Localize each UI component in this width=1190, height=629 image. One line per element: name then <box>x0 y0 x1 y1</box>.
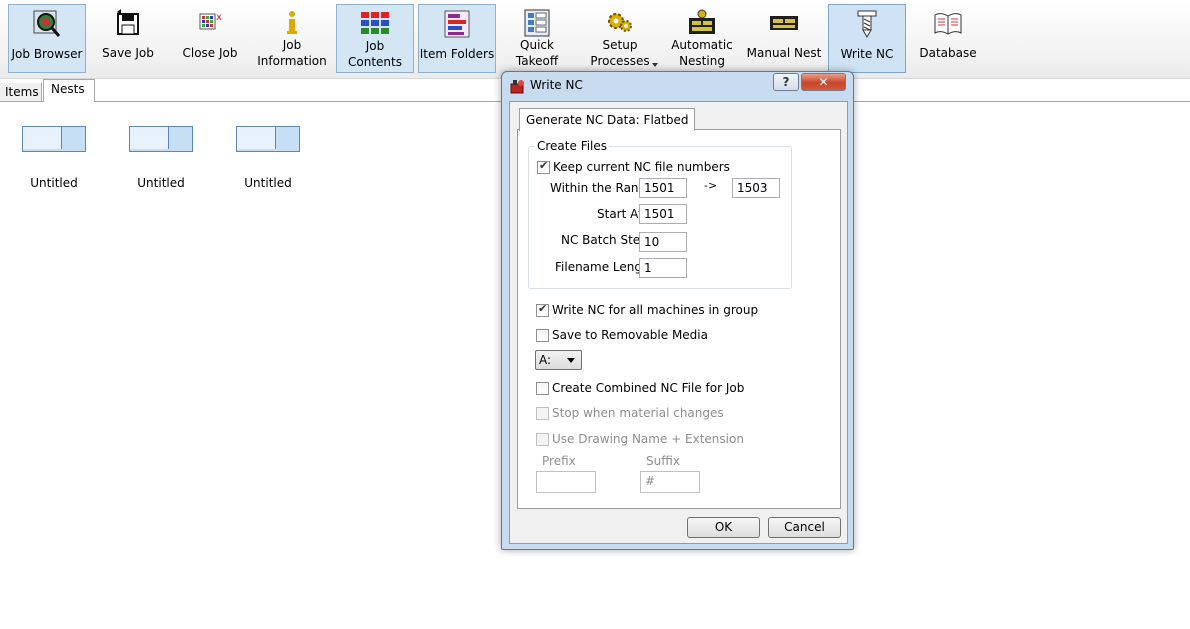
save-disk-icon <box>117 9 139 35</box>
info-icon <box>287 11 297 34</box>
manual-nest-icon <box>770 16 798 30</box>
job-information-label-2: Information <box>257 54 327 68</box>
dialog-body: Generate NC Data: Flatbed Create Files K… <box>509 101 848 544</box>
range-from-field[interactable]: 1501 <box>639 178 687 198</box>
item-folders-icon <box>444 10 470 38</box>
ok-button[interactable]: OK <box>687 517 760 538</box>
svg-text:x: x <box>216 12 222 23</box>
job-contents-grid-icon <box>361 12 389 34</box>
combined-nc-checkbox[interactable] <box>536 382 549 395</box>
drill-bit-icon <box>857 10 877 39</box>
close-job-button[interactable]: x Close Job <box>172 4 248 73</box>
nest-thumbnail <box>129 126 193 152</box>
save-job-label: Save Job <box>102 46 154 60</box>
write-nc-label: Write NC <box>840 47 894 61</box>
suffix-field: # <box>640 471 700 493</box>
cancel-button[interactable]: Cancel <box>768 517 841 538</box>
close-job-grid-icon: x <box>199 12 222 30</box>
filename-length-field[interactable]: 1 <box>639 258 687 278</box>
batch-step-label: NC Batch Step <box>561 233 648 247</box>
stop-material-label: Stop when material changes <box>552 406 724 420</box>
close-button[interactable]: ✕ <box>801 73 846 91</box>
removable-media-label: Save to Removable Media <box>552 328 708 342</box>
job-browser-button[interactable]: Job Browser <box>8 4 86 73</box>
use-drawing-name-checkbox <box>536 433 549 446</box>
automatic-nesting-icon <box>689 9 715 34</box>
prefix-field <box>536 471 596 493</box>
nest-name: Untitled <box>30 176 78 190</box>
dialog-title: Write NC <box>530 78 583 92</box>
nest-item[interactable]: Untitled <box>235 126 301 190</box>
write-nc-button[interactable]: Write NC <box>828 4 906 73</box>
range-to-field[interactable]: 1503 <box>732 178 780 198</box>
gears-icon <box>608 13 632 32</box>
prefix-label: Prefix <box>542 454 576 468</box>
tab-nests[interactable]: Nests <box>43 79 95 102</box>
nest-thumbnail <box>22 126 86 152</box>
manual-nest-label: Manual Nest <box>746 46 822 60</box>
nest-item[interactable]: Untitled <box>21 126 87 190</box>
write-all-machines-label: Write NC for all machines in group <box>552 303 759 317</box>
start-at-label: Start At <box>597 207 643 221</box>
batch-step-field[interactable]: 10 <box>639 232 687 252</box>
nest-item[interactable]: Untitled <box>128 126 194 190</box>
create-files-group: Create Files Keep current NC file number… <box>528 139 792 289</box>
globe-magnifier-icon <box>33 10 61 37</box>
drive-select[interactable]: A: <box>535 350 582 370</box>
create-files-title: Create Files <box>535 139 610 153</box>
setup-processes-label-1: Setup <box>602 38 638 52</box>
setup-processes-dropdown-icon[interactable] <box>652 63 658 67</box>
quick-takeoff-icon <box>524 9 550 37</box>
automatic-nesting-label-2: Nesting <box>679 54 725 68</box>
keep-numbers-label: Keep current NC file numbers <box>553 160 730 174</box>
manual-nest-button[interactable]: Manual Nest <box>744 4 824 73</box>
job-contents-button[interactable]: Job Contents <box>336 4 414 73</box>
job-information-label-1: Job <box>282 38 302 52</box>
database-label: Database <box>919 46 977 60</box>
item-folders-label: Item Folders <box>419 47 495 61</box>
quick-takeoff-label-2: Takeoff <box>515 54 559 68</box>
job-browser-label: Job Browser <box>11 47 83 61</box>
job-information-button[interactable]: Job Information <box>254 4 330 73</box>
range-arrow: -> <box>704 179 718 192</box>
suffix-label: Suffix <box>646 454 680 468</box>
combined-nc-label: Create Combined NC File for Job <box>552 381 745 395</box>
book-database-icon <box>934 13 962 35</box>
chevron-down-icon <box>567 358 575 363</box>
job-contents-label-1: Job <box>365 39 385 53</box>
tab-items[interactable]: Items <box>0 83 42 101</box>
automatic-nesting-label-1: Automatic <box>671 38 733 52</box>
quick-takeoff-button[interactable]: Quick Takeoff <box>500 4 574 73</box>
database-button[interactable]: Database <box>910 4 986 73</box>
save-job-button[interactable]: Save Job <box>92 4 164 73</box>
nest-name: Untitled <box>137 176 185 190</box>
nest-name: Untitled <box>244 176 292 190</box>
automatic-nesting-button[interactable]: Automatic Nesting <box>664 4 740 73</box>
drive-select-value: A: <box>539 353 552 367</box>
removable-media-checkbox[interactable] <box>536 329 549 342</box>
keep-numbers-checkbox[interactable] <box>537 159 550 174</box>
help-button[interactable]: ? <box>773 73 799 91</box>
close-job-label: Close Job <box>182 46 238 60</box>
within-range-label: Within the Range <box>550 181 654 195</box>
item-folders-button[interactable]: Item Folders <box>418 4 496 73</box>
write-nc-dialog-icon <box>510 80 524 94</box>
quick-takeoff-label-1: Quick <box>520 38 554 52</box>
write-all-machines-checkbox[interactable] <box>536 302 549 317</box>
tab-page: Create Files Keep current NC file number… <box>517 129 841 509</box>
use-drawing-name-label: Use Drawing Name + Extension <box>552 432 744 446</box>
nest-thumbnail <box>236 126 300 152</box>
setup-processes-label-2: Processes <box>590 54 650 68</box>
setup-processes-button[interactable]: Setup Processes <box>582 4 658 73</box>
tab-generate-nc-flatbed[interactable]: Generate NC Data: Flatbed <box>519 108 696 131</box>
job-contents-label-2: Contents <box>348 55 402 69</box>
start-at-field[interactable]: 1501 <box>639 204 687 224</box>
stop-material-checkbox <box>536 407 549 420</box>
write-nc-dialog: Write NC ? ✕ Generate NC Data: Flatbed C… <box>501 71 854 550</box>
main-toolbar: Job Browser Save Job x Close Job Job Inf… <box>0 0 1190 79</box>
